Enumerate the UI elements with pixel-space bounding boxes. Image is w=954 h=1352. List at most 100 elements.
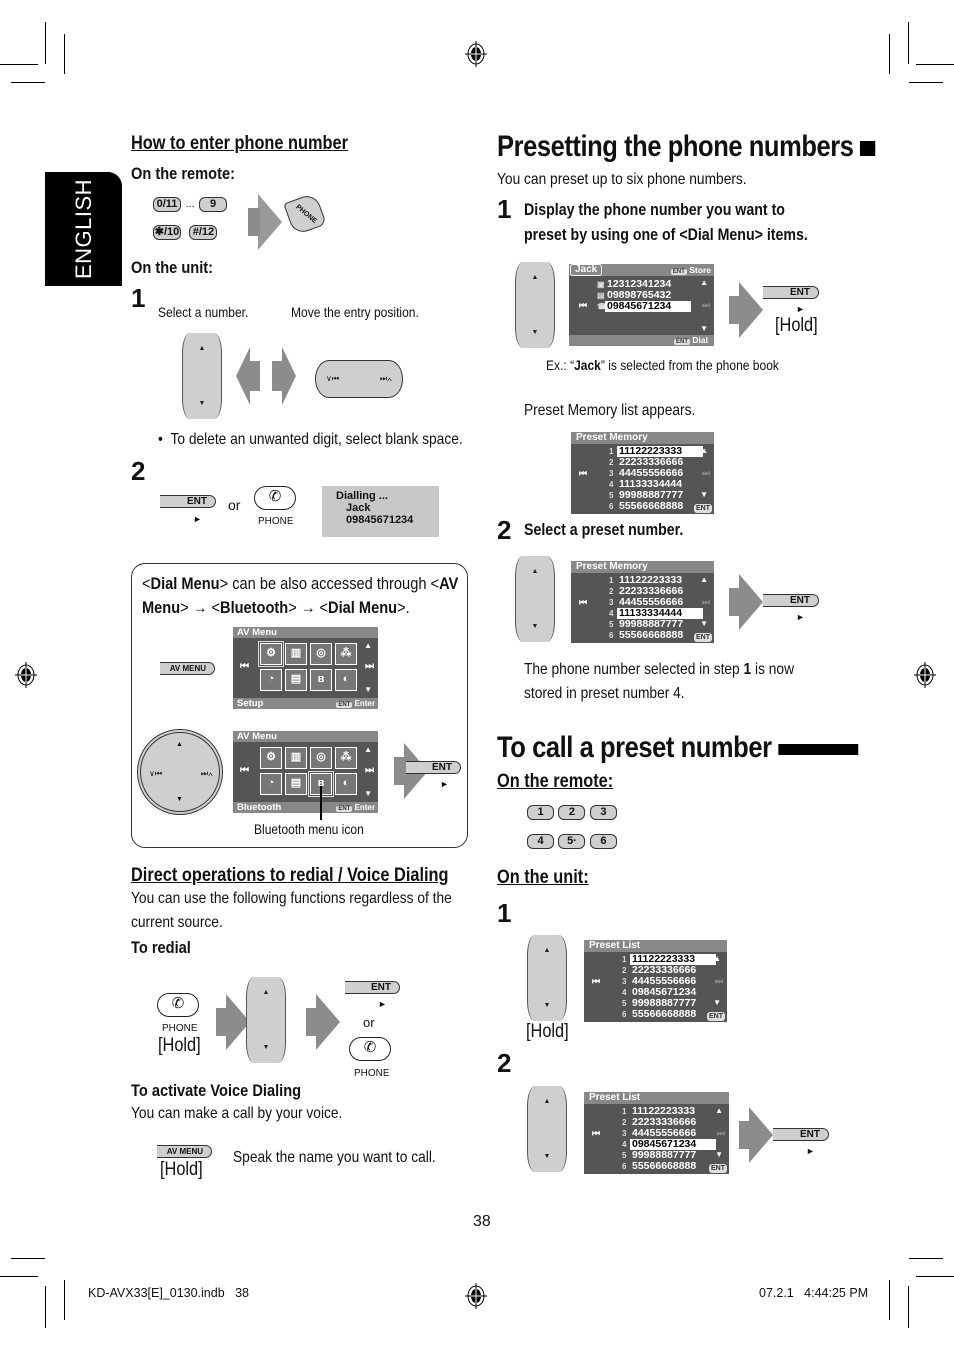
select-number-label: Select a number. — [158, 304, 249, 320]
disc-sound-icon[interactable]: ◐ — [335, 669, 357, 691]
up-down-rocker[interactable] — [246, 977, 286, 1063]
crop-mark — [0, 64, 38, 65]
bluetooth-menu-icon-callout: Bluetooth menu icon — [254, 821, 364, 837]
direct-desc-1: You can use the following functions rega… — [131, 890, 452, 907]
arrow-right-icon — [729, 574, 763, 630]
phone-icon: ✆ — [363, 1039, 377, 1056]
step-number: 2 — [497, 515, 512, 545]
crop-mark — [45, 1286, 46, 1328]
setup-icon[interactable]: ⚙ — [258, 641, 284, 667]
up-icon: ▲ — [700, 278, 708, 287]
preset-slot-number: 6 — [609, 502, 614, 511]
phone-caption: PHONE — [354, 1068, 390, 1079]
ent-button[interactable]: ENT — [763, 286, 819, 299]
up-down-rocker[interactable] — [515, 262, 555, 348]
example-caption: Ex.: “Jack” is selected from the phone b… — [546, 357, 779, 373]
surround-icon[interactable]: ◎ — [310, 643, 332, 665]
next-icon: ⏭ — [716, 1128, 725, 1138]
hold-label: [Hold] — [158, 1035, 201, 1056]
sound-field-icon[interactable]: ⁂ — [335, 747, 357, 769]
voice-heading: To activate Voice Dialing — [131, 1081, 302, 1100]
up-down-rocker[interactable] — [182, 333, 222, 419]
preset-row[interactable]: 6 55566668888 — [609, 501, 703, 512]
up-down-rocker[interactable] — [527, 935, 567, 1021]
play-icon: ► — [378, 999, 387, 1009]
prev-icon: ⏮ — [240, 765, 249, 776]
section-heading-direct: Direct operations to redial / Voice Dial… — [131, 865, 449, 886]
timer-icon[interactable]: ◔ — [260, 773, 282, 795]
ent-button[interactable]: ENT — [160, 495, 216, 508]
ent-button[interactable]: ENT — [406, 761, 461, 774]
preset-phone-number: 55566668888 — [632, 1008, 697, 1020]
av-menu-button[interactable]: AV MENU — [157, 1145, 212, 1158]
next-icon: ⏭ — [701, 300, 710, 310]
prev-icon: ⏮ — [579, 468, 588, 478]
preset-row[interactable]: 6 55566668888 — [622, 1161, 716, 1172]
preset-row[interactable]: 6 55566668888 — [622, 1009, 716, 1020]
next-icon: ⏭ — [365, 765, 374, 776]
phone-button[interactable]: ✆ — [254, 486, 296, 510]
move-entry-label: Move the entry position. — [291, 304, 419, 320]
setup-icon[interactable]: ⚙ — [260, 747, 282, 769]
phonebook-number: 09845671234 — [605, 301, 691, 312]
phone-button[interactable]: ✆ — [157, 993, 199, 1017]
display-icon[interactable]: ▤ — [285, 669, 307, 691]
crop-mark — [45, 22, 46, 64]
office-phone-icon: ▣ — [597, 280, 605, 289]
language-tab: ENGLISH — [45, 172, 122, 286]
dial-label: Dial — [692, 335, 708, 345]
preset-key-4: 4 — [527, 834, 554, 849]
equalizer-icon[interactable]: ▥ — [285, 643, 307, 665]
down-icon: ▼ — [700, 324, 708, 333]
bluetooth-icon[interactable]: ʙ — [310, 669, 332, 691]
control-dial[interactable]: ▲ ▼ ∨⏮ ⏭∧ — [137, 729, 223, 815]
up-down-rocker[interactable] — [515, 556, 555, 642]
play-icon: ► — [806, 1146, 815, 1156]
registration-mark-icon — [465, 1283, 487, 1309]
ent-button[interactable]: ENT — [763, 594, 819, 607]
crop-mark — [916, 64, 954, 65]
preset-slot-number: 6 — [609, 631, 614, 640]
preset-slot-number: 1 — [609, 576, 614, 585]
av-menu-button[interactable]: AV MENU — [160, 662, 215, 675]
call-on-unit-label: On the unit: — [497, 867, 589, 888]
phone-button[interactable]: ✆ — [349, 1037, 391, 1061]
ent-button[interactable]: ENT — [345, 981, 400, 994]
play-icon: ► — [796, 304, 805, 314]
crop-mark — [11, 1258, 45, 1259]
display-icon[interactable]: ▤ — [285, 773, 307, 795]
equalizer-icon[interactable]: ▥ — [285, 747, 307, 769]
callout-line — [320, 786, 322, 820]
dialling-display: Dialling ... Jack 09845671234 — [322, 486, 439, 537]
preset-slot-number: 2 — [609, 458, 614, 467]
preset-key-1: 1 — [527, 805, 554, 820]
control-dial-horizontal[interactable]: ∨⏮ ⏭∧ — [315, 360, 403, 398]
timer-icon[interactable]: ◔ — [260, 669, 282, 691]
voice-desc: You can make a call by your voice. — [131, 1105, 343, 1122]
up-down-rocker[interactable] — [527, 1086, 567, 1172]
preset-row[interactable]: 6 55566668888 — [609, 630, 703, 641]
step1-instruction: Display the phone number you want to pres… — [524, 201, 808, 244]
crop-mark — [64, 1280, 65, 1320]
sound-field-icon[interactable]: ⁂ — [335, 643, 357, 665]
phone-icon: ✆ — [268, 488, 282, 505]
title-bar-mark — [860, 140, 876, 156]
footer-filename: KD-AVX33[E]_0130.indb 38 — [88, 1286, 249, 1300]
mobile-phone-icon: ▤ — [597, 291, 605, 300]
preset-slot-number: 4 — [622, 1140, 627, 1149]
left-right-arrows-icon — [236, 347, 296, 405]
prev-icon: ⏮ — [592, 976, 601, 986]
language-label: ENGLISH — [70, 178, 96, 280]
ent-button[interactable]: ENT — [773, 1128, 829, 1141]
disc-sound-icon[interactable]: ◐ — [335, 773, 357, 795]
prev-icon: ⏮ — [592, 1128, 601, 1138]
hold-label: [Hold] — [526, 1021, 569, 1042]
preset-slot-number: 6 — [622, 1010, 627, 1019]
preset-key-6: 6 — [589, 834, 617, 849]
up-icon: ▲ — [364, 641, 372, 650]
surround-icon[interactable]: ◎ — [310, 747, 332, 769]
phonebook-entry[interactable]: ☎09845671234 — [597, 301, 691, 312]
crop-mark — [909, 1258, 943, 1259]
play-icon: ► — [193, 514, 202, 524]
av-menu-screen-bluetooth: AV Menu ⏮ ⏭ ▲ ▼ ⚙ ▥ ◎ ⁂ ◔ ▤ ʙ ◐ Bluetoot… — [233, 731, 378, 813]
